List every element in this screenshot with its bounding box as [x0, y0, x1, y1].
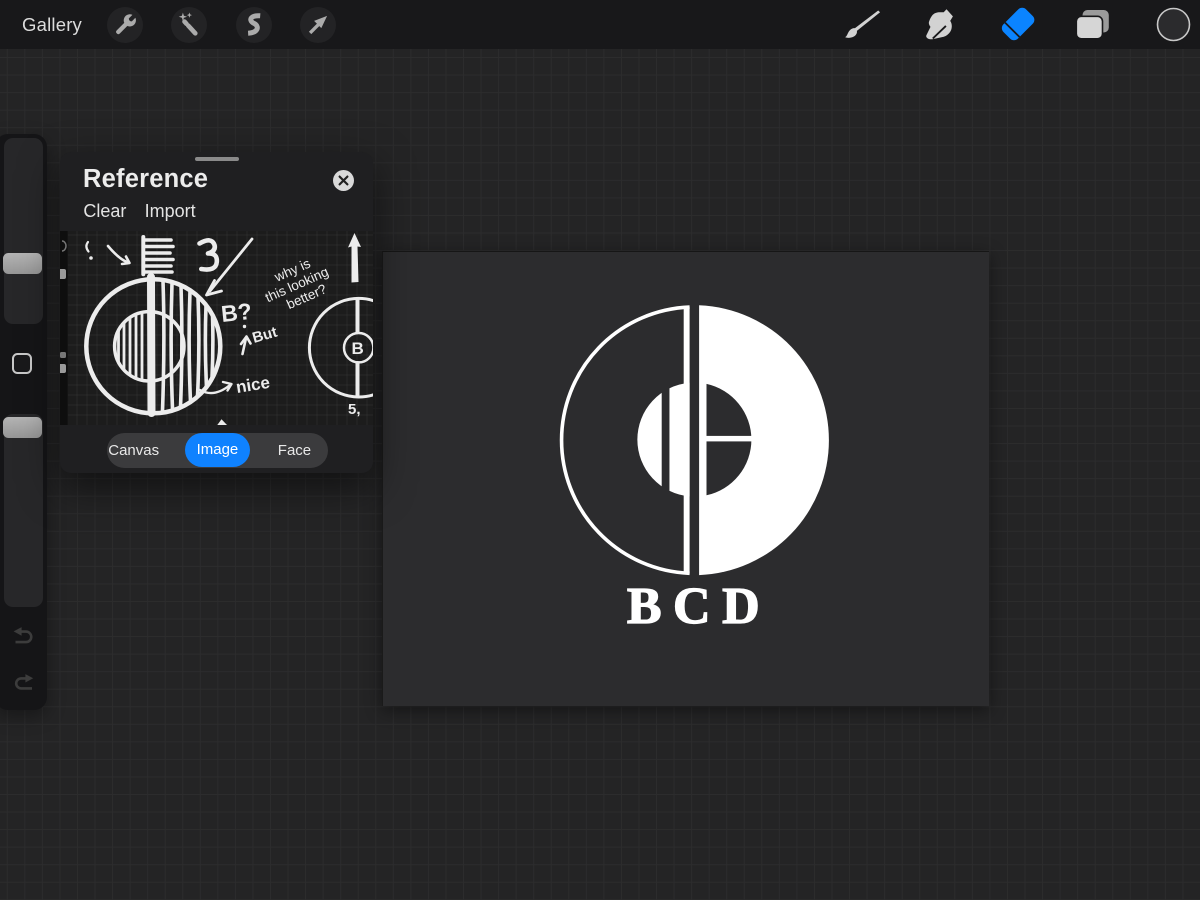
svg-text:5,: 5,: [348, 401, 361, 418]
svg-text:BCD: BCD: [627, 578, 771, 635]
svg-text:B: B: [352, 339, 364, 358]
svg-text:B?: B?: [220, 298, 253, 327]
